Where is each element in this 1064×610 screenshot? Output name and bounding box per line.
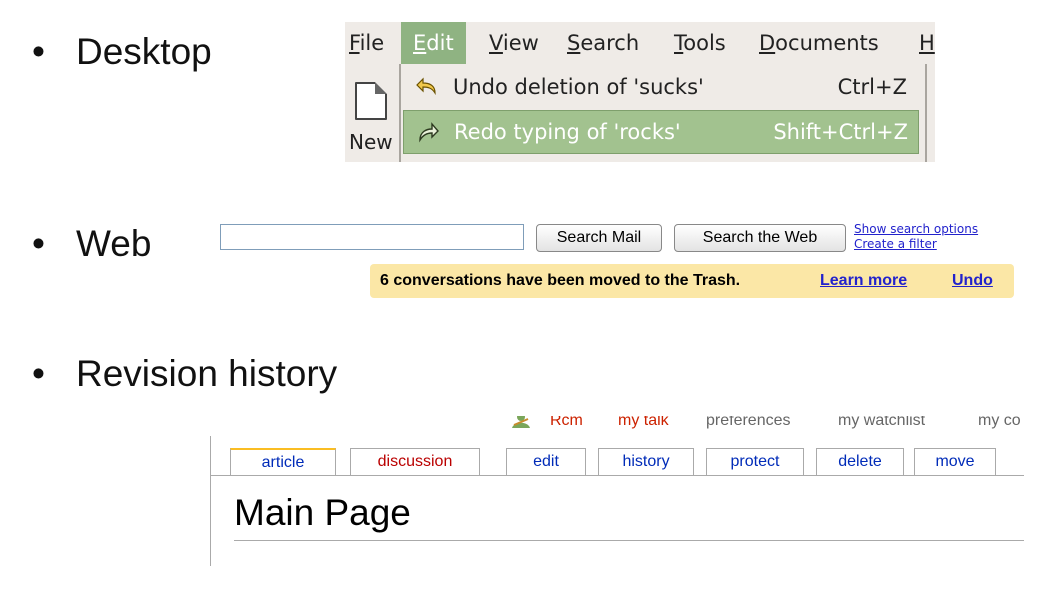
menu-item-redo[interactable]: Redo typing of 'rocks' Shift+Ctrl+Z xyxy=(403,110,919,154)
mediawiki-section: Rcm my talk preferences my watchlist my … xyxy=(210,416,1024,566)
title-divider xyxy=(234,540,1024,541)
undo-shortcut: Ctrl+Z xyxy=(837,75,907,99)
preferences-link[interactable]: preferences xyxy=(706,416,791,430)
user-icon xyxy=(512,416,530,428)
bullet-desktop: • Desktop xyxy=(32,30,212,74)
tab-underline xyxy=(210,475,1024,476)
menu-file[interactable]: File xyxy=(349,22,384,64)
menu-tools[interactable]: Tools xyxy=(674,22,726,64)
create-filter-link[interactable]: Create a filter xyxy=(854,237,937,251)
show-search-options-link[interactable]: Show search options xyxy=(854,222,978,236)
tab-discussion[interactable]: discussion xyxy=(350,448,480,475)
new-document-icon xyxy=(355,82,387,120)
tab-article[interactable]: article xyxy=(230,448,336,475)
page-title: Main Page xyxy=(234,492,411,533)
gmail-section: Search Mail Search the Web Show search o… xyxy=(220,222,1020,304)
menu-item-undo[interactable]: Undo deletion of 'sucks' Ctrl+Z xyxy=(403,66,917,108)
undo-icon xyxy=(416,77,436,96)
search-input[interactable] xyxy=(220,224,524,250)
bullet-web: • Web xyxy=(32,222,151,266)
user-link[interactable]: Rcm xyxy=(550,416,583,430)
my-contributions-link[interactable]: my co xyxy=(978,416,1021,430)
my-watchlist-link[interactable]: my watchlist xyxy=(838,416,925,430)
menu-help[interactable]: H xyxy=(919,22,935,64)
page-tabs: article discussion edit history protect … xyxy=(210,448,1024,476)
trash-notice-bar: 6 conversations have been moved to the T… xyxy=(370,264,1014,298)
undo-label: Undo deletion of 'sucks' xyxy=(453,75,704,99)
desktop-app-window: File Edit View Search Tools Documents H … xyxy=(345,22,935,162)
notice-message: 6 conversations have been moved to the T… xyxy=(380,272,741,289)
undo-link[interactable]: Undo xyxy=(952,264,993,298)
bullet-web-label: Web xyxy=(76,223,152,264)
bullet-dot: • xyxy=(32,31,45,72)
menu-documents[interactable]: Documents xyxy=(759,22,879,64)
tab-protect[interactable]: protect xyxy=(706,448,804,475)
new-button-label: New xyxy=(349,130,393,154)
tab-move[interactable]: move xyxy=(914,448,996,475)
edit-menu-dropdown: Undo deletion of 'sucks' Ctrl+Z Redo typ… xyxy=(399,64,927,162)
tab-history[interactable]: history xyxy=(598,448,694,475)
redo-label: Redo typing of 'rocks' xyxy=(454,120,681,144)
redo-shortcut: Shift+Ctrl+Z xyxy=(773,120,908,144)
menu-search[interactable]: Search xyxy=(567,22,639,64)
menu-edit[interactable]: Edit xyxy=(401,22,466,64)
bullet-dot: • xyxy=(32,223,45,264)
my-talk-link[interactable]: my talk xyxy=(618,416,669,430)
tab-delete[interactable]: delete xyxy=(816,448,904,475)
bullet-dot: • xyxy=(32,353,45,394)
menubar: File Edit View Search Tools Documents H xyxy=(345,22,935,64)
tab-edit[interactable]: edit xyxy=(506,448,586,475)
new-document-button[interactable]: New xyxy=(349,72,393,162)
bullet-revision-label: Revision history xyxy=(76,353,338,394)
redo-icon xyxy=(419,122,439,143)
search-web-button[interactable]: Search the Web xyxy=(674,224,846,252)
search-mail-button[interactable]: Search Mail xyxy=(536,224,662,252)
bullet-revision-history: • Revision history xyxy=(32,352,337,396)
learn-more-link[interactable]: Learn more xyxy=(820,264,907,298)
bullet-desktop-label: Desktop xyxy=(76,31,212,72)
menu-view[interactable]: View xyxy=(489,22,539,64)
personal-tools: Rcm my talk preferences my watchlist my … xyxy=(210,416,1024,436)
